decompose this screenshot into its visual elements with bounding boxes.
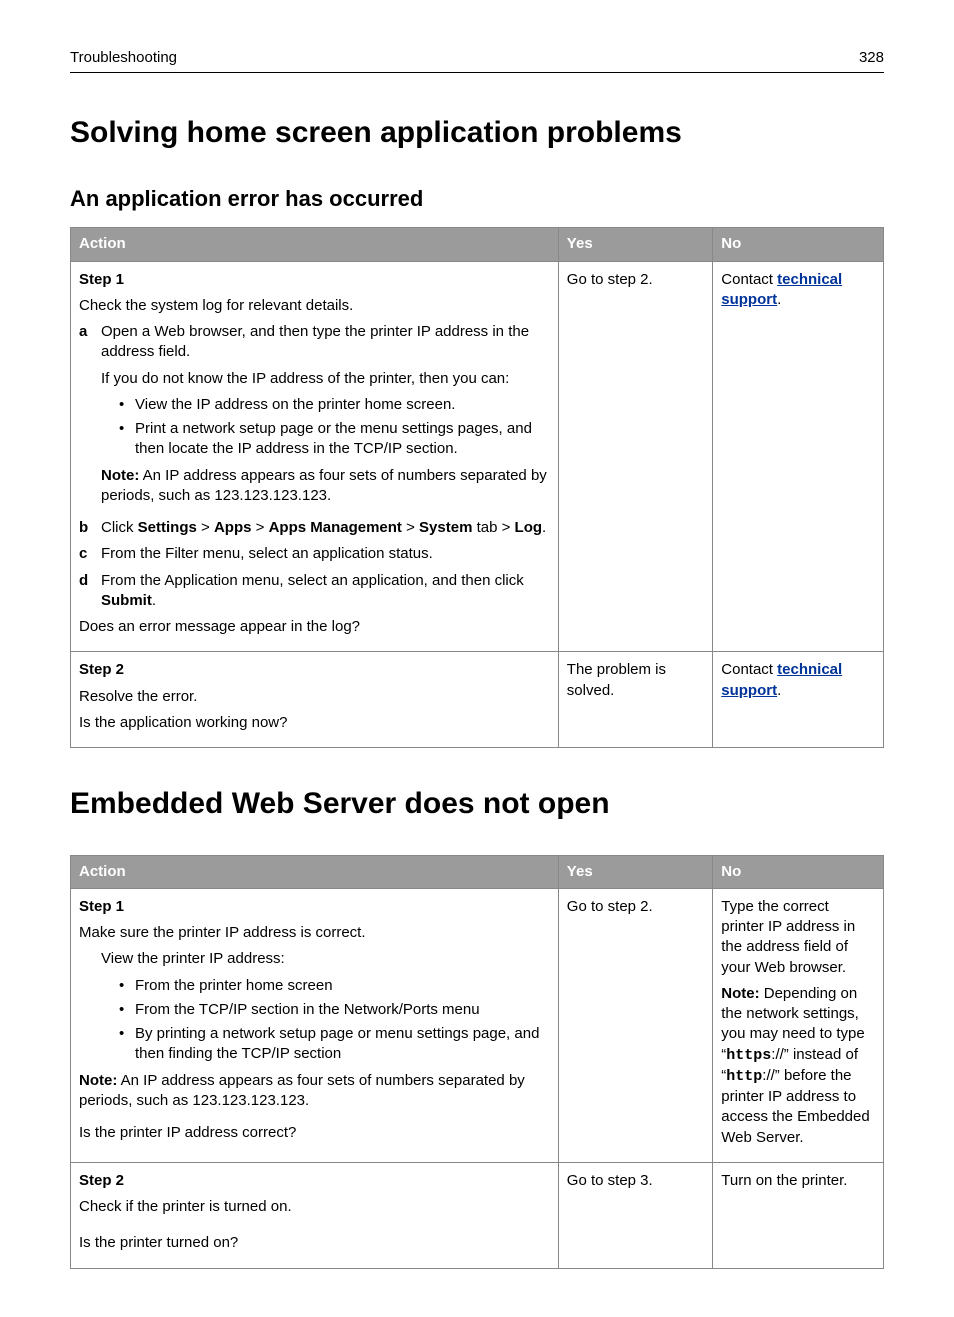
step-b-text: Click Settings > Apps > Apps Management … [101, 518, 550, 538]
table-row: Step 2 Check if the printer is turned on… [71, 1162, 884, 1268]
step-d-text: From the Application menu, select an app… [101, 571, 550, 612]
list-item: From the TCP/IP section in the Network/P… [119, 1000, 550, 1020]
step-a-text: Open a Web browser, and then type the pr… [101, 323, 529, 360]
list-item: d From the Application menu, select an a… [79, 571, 550, 612]
list-item: From the printer home screen [119, 976, 550, 996]
list-item: By printing a network setup page or menu… [119, 1024, 550, 1065]
table-row: Step 1 Check the system log for relevant… [71, 261, 884, 652]
step-a-if: If you do not know the IP address of the… [101, 369, 550, 389]
label-a: a [79, 322, 101, 512]
table-app-error: Action Yes No Step 1 Check the system lo… [70, 227, 884, 748]
th-yes: Yes [558, 855, 712, 888]
cell-action: Step 2 Check if the printer is turned on… [71, 1162, 559, 1268]
step-question: Is the printer turned on? [79, 1233, 550, 1253]
step-question: Is the application working now? [79, 713, 550, 733]
table-row: Step 2 Resolve the error. Is the applica… [71, 652, 884, 748]
list-item: Print a network setup page or the menu s… [119, 419, 550, 460]
cell-no: Type the correct printer IP address in t… [713, 888, 884, 1162]
step-text: View the printer IP address: [79, 949, 550, 969]
table-row: Step 1 Make sure the printer IP address … [71, 888, 884, 1162]
header-page-number: 328 [859, 48, 884, 68]
step-text: Check if the printer is turned on. [79, 1197, 550, 1217]
step-title: Step 1 [79, 270, 550, 290]
heading-ews-not-open: Embedded Web Server does not open [70, 784, 884, 825]
page-header: Troubleshooting 328 [70, 48, 884, 73]
th-yes: Yes [558, 228, 712, 261]
list-item: View the IP address on the printer home … [119, 395, 550, 415]
step-text: Make sure the printer IP address is corr… [79, 923, 550, 943]
step-title: Step 1 [79, 897, 550, 917]
note: Note: An IP address appears as four sets… [79, 1071, 550, 1112]
step-c-text: From the Filter menu, select an applicat… [101, 544, 550, 564]
cell-action: Step 1 Check the system log for relevant… [71, 261, 559, 652]
th-action: Action [71, 855, 559, 888]
cell-yes: Go to step 2. [558, 888, 712, 1162]
step-title: Step 2 [79, 1171, 550, 1191]
cell-no: Contact technical support. [713, 652, 884, 748]
step-title: Step 2 [79, 660, 550, 680]
list-item: a Open a Web browser, and then type the … [79, 322, 550, 512]
th-no: No [713, 855, 884, 888]
heading-solving-problems: Solving home screen application problems [70, 113, 884, 154]
step-question: Is the printer IP address correct? [79, 1123, 550, 1143]
label-d: d [79, 571, 101, 612]
step-text: Resolve the error. [79, 687, 550, 707]
cell-action: Step 2 Resolve the error. Is the applica… [71, 652, 559, 748]
step-intro: Check the system log for relevant detail… [79, 296, 550, 316]
note: Note: Depending on the network settings,… [721, 984, 875, 1148]
list-item: c From the Filter menu, select an applic… [79, 544, 550, 564]
step-question: Does an error message appear in the log? [79, 617, 550, 637]
cell-no: Turn on the printer. [713, 1162, 884, 1268]
cell-yes: Go to step 2. [558, 261, 712, 652]
label-b: b [79, 518, 101, 538]
heading-app-error: An application error has occurred [70, 184, 884, 214]
cell-yes: The problem is solved. [558, 652, 712, 748]
cell-yes: Go to step 3. [558, 1162, 712, 1268]
cell-no: Contact technical support. [713, 261, 884, 652]
label-c: c [79, 544, 101, 564]
list-item: b Click Settings > Apps > Apps Managemen… [79, 518, 550, 538]
th-no: No [713, 228, 884, 261]
table-ews: Action Yes No Step 1 Make sure the print… [70, 855, 884, 1269]
cell-action: Step 1 Make sure the printer IP address … [71, 888, 559, 1162]
note: Note: An IP address appears as four sets… [101, 466, 550, 507]
no-text: Type the correct printer IP address in t… [721, 897, 875, 978]
header-section: Troubleshooting [70, 48, 177, 68]
th-action: Action [71, 228, 559, 261]
